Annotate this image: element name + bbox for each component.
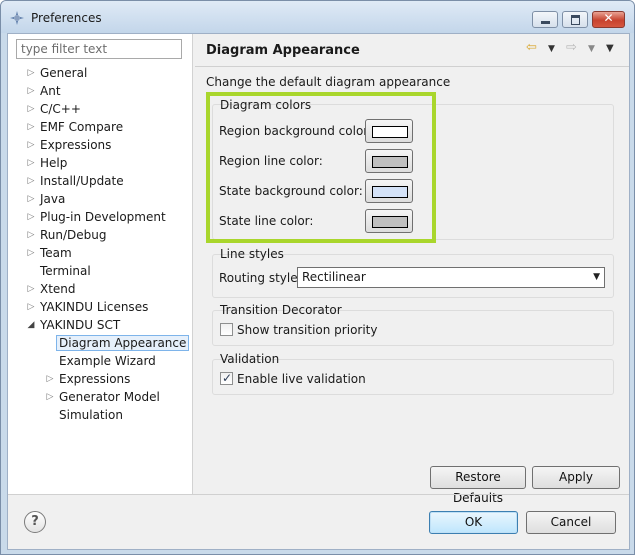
expand-arrow-icon[interactable]: ▷	[26, 280, 36, 298]
tree-item-expressions[interactable]: ▷ Expressions	[28, 136, 112, 154]
tree-item-sct-expressions[interactable]: ▷ Expressions	[47, 370, 131, 388]
expand-arrow-icon[interactable]: ▷	[26, 118, 36, 136]
dialog-footer-separator	[8, 494, 629, 495]
close-button[interactable]: ✕	[592, 11, 625, 28]
show-transition-priority-label: Show transition priority	[237, 323, 378, 337]
tree-item-yakindu-licenses[interactable]: ▷ YAKINDU Licenses	[28, 298, 149, 316]
preference-tree-pane: ▷General ▷Ant ▷C/C++ ▷EMF Compare ▷Expre…	[8, 34, 193, 494]
title-bar: Preferences ✕	[1, 1, 634, 33]
tree-item-yakindu-sct[interactable]: ◢ YAKINDU SCT	[28, 316, 121, 334]
collapse-arrow-icon[interactable]: ◢	[26, 316, 36, 334]
page-title: Diagram Appearance	[206, 43, 360, 58]
color-swatch	[372, 186, 408, 198]
eclipse-app-icon	[10, 11, 24, 25]
tree-item-general[interactable]: ▷ General	[28, 64, 88, 82]
region-line-color-button[interactable]	[365, 149, 413, 173]
expand-arrow-icon[interactable]: ▷	[26, 190, 36, 208]
restore-defaults-button[interactable]: Restore Defaults	[430, 466, 526, 505]
tree-item-example-wizard[interactable]: Example Wizard	[59, 352, 156, 370]
header-separator	[195, 66, 629, 67]
state-line-color-label: State line color:	[219, 214, 314, 228]
tree-item-cpp[interactable]: ▷ C/C++	[28, 100, 81, 118]
routing-style-value: Rectilinear	[302, 270, 366, 284]
tree-item-xtend[interactable]: ▷ Xtend	[28, 280, 76, 298]
close-icon: ✕	[603, 11, 614, 25]
maximize-button[interactable]	[562, 11, 588, 28]
tree-item-simulation[interactable]: Simulation	[59, 406, 123, 424]
minimize-button[interactable]	[532, 11, 558, 28]
state-line-color-button[interactable]	[365, 209, 413, 233]
view-menu-icon[interactable]: ▼	[606, 43, 614, 61]
tree-item-help[interactable]: ▷ Help	[28, 154, 68, 172]
transition-decorator-title: Transition Decorator	[220, 303, 342, 317]
enable-live-validation-checkbox[interactable]: ✓	[220, 371, 233, 385]
checkmark-icon: ✓	[222, 371, 233, 385]
expand-arrow-icon[interactable]: ▷	[26, 100, 36, 118]
state-background-color-button[interactable]	[365, 179, 413, 203]
dialog-client-area: ▷General ▷Ant ▷C/C++ ▷EMF Compare ▷Expre…	[7, 33, 630, 550]
back-arrow-icon[interactable]: ⇦	[526, 40, 537, 58]
apply-button[interactable]: Apply	[532, 466, 620, 489]
page-description: Change the default diagram appearance	[206, 75, 451, 89]
expand-arrow-icon[interactable]: ▷	[26, 82, 36, 100]
region-line-color-label: Region line color:	[219, 154, 323, 168]
tree-item-terminal[interactable]: Terminal	[40, 262, 91, 280]
region-background-color-button[interactable]	[365, 119, 413, 143]
expand-arrow-icon[interactable]: ▷	[26, 208, 36, 226]
tree-item-emf-compare[interactable]: ▷ EMF Compare	[28, 118, 124, 136]
tree-item-generator-model[interactable]: ▷ Generator Model	[47, 388, 160, 406]
color-swatch	[372, 126, 408, 138]
tree-item-diagram-appearance[interactable]: Diagram Appearance	[56, 334, 190, 352]
window-title: Preferences	[31, 11, 102, 25]
tree-item-run-debug[interactable]: ▷ Run/Debug	[28, 226, 107, 244]
expand-arrow-icon[interactable]: ▷	[45, 388, 55, 406]
preferences-window: Preferences ✕ ▷General ▷Ant ▷C/C++ ▷EMF …	[0, 0, 635, 555]
tree-item-ant[interactable]: ▷ Ant	[28, 82, 61, 100]
help-icon[interactable]: ?	[24, 511, 46, 533]
expand-arrow-icon[interactable]: ▷	[26, 154, 36, 172]
expand-arrow-icon[interactable]: ▷	[26, 226, 36, 244]
expand-arrow-icon[interactable]: ▷	[26, 136, 36, 154]
expand-arrow-icon[interactable]: ▷	[26, 244, 36, 262]
tree-item-install-update[interactable]: ▷ Install/Update	[28, 172, 124, 190]
routing-style-select[interactable]: Rectilinear ▼	[297, 267, 605, 288]
ok-button[interactable]: OK	[429, 511, 518, 534]
forward-arrow-icon[interactable]: ⇨	[566, 40, 577, 58]
validation-title: Validation	[220, 352, 280, 366]
enable-live-validation-label: Enable live validation	[237, 372, 366, 386]
tree-item-java[interactable]: ▷ Java	[28, 190, 66, 208]
expand-arrow-icon[interactable]: ▷	[26, 64, 36, 82]
tree-item-plugin-development[interactable]: ▷ Plug-in Development	[28, 208, 166, 226]
chevron-down-icon: ▼	[593, 272, 600, 282]
color-swatch	[372, 216, 408, 228]
back-history-dropdown-icon[interactable]: ▼	[548, 44, 555, 62]
line-styles-title: Line styles	[220, 247, 284, 261]
forward-history-dropdown-icon[interactable]: ▼	[588, 44, 595, 62]
color-swatch	[372, 156, 408, 168]
filter-input[interactable]	[16, 39, 182, 59]
expand-arrow-icon[interactable]: ▷	[26, 172, 36, 190]
routing-style-label: Routing style	[219, 271, 298, 285]
diagram-colors-title: Diagram colors	[220, 98, 312, 112]
region-background-color-label: Region background color:	[219, 124, 373, 138]
expand-arrow-icon[interactable]: ▷	[26, 298, 36, 316]
tree-item-team[interactable]: ▷ Team	[28, 244, 72, 262]
show-transition-priority-checkbox[interactable]	[220, 323, 233, 336]
cancel-button[interactable]: Cancel	[526, 511, 616, 534]
expand-arrow-icon[interactable]: ▷	[45, 370, 55, 388]
state-background-color-label: State background color:	[219, 184, 363, 198]
